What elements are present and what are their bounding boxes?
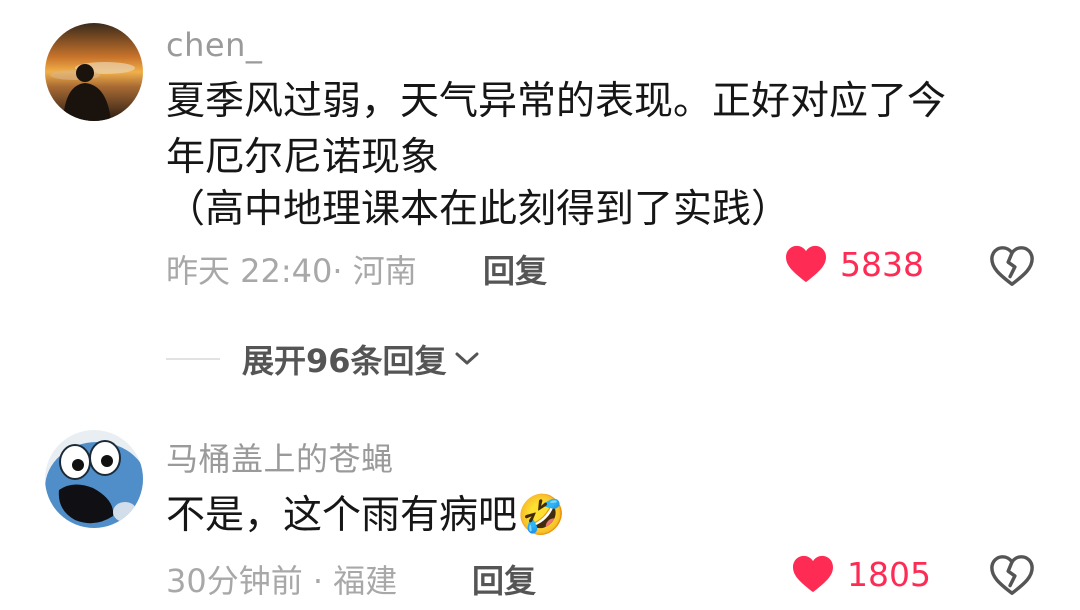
like-count: 1805 [847, 554, 931, 594]
like-button[interactable]: 5838 [784, 244, 924, 284]
dislike-icon[interactable] [989, 243, 1035, 289]
like-count: 5838 [840, 244, 924, 284]
comment-list: chen_ 夏季风过弱，天气异常的表现。正好对应了今 年厄尔尼诺现象 （高中地理… [0, 0, 1080, 610]
expand-replies-button[interactable]: 展开96条回复 [166, 336, 481, 382]
comment-username[interactable]: chen_ [166, 26, 262, 64]
divider [166, 358, 220, 360]
expand-replies-label: 展开96条回复 [242, 342, 447, 380]
laughing-emoji: 🤣 [517, 493, 566, 538]
comment-text: 不是，这个雨有病吧 [166, 493, 518, 538]
comment-meta: 昨天 22:40· 河南 [166, 252, 417, 290]
heart-icon [793, 555, 833, 593]
comment-text-line: 不是，这个雨有病吧🤣 [166, 488, 566, 544]
reply-button[interactable]: 回复 [472, 556, 536, 602]
avatar[interactable] [45, 23, 143, 121]
comment-text-line: 夏季风过弱，天气异常的表现。正好对应了今 [166, 79, 947, 124]
like-button[interactable]: 1805 [791, 554, 931, 594]
comment-text-line: （高中地理课本在此刻得到了实践） [166, 187, 791, 232]
comment-username[interactable]: 马桶盖上的苍蝇 [166, 434, 394, 480]
comment-text-line: 年厄尔尼诺现象 [166, 135, 440, 180]
dislike-icon[interactable] [989, 552, 1035, 598]
chevron-down-icon [455, 352, 479, 365]
comment-meta: 30分钟前 · 福建 [166, 562, 398, 600]
reply-button[interactable]: 回复 [483, 246, 547, 292]
avatar[interactable] [45, 430, 143, 528]
heart-icon [786, 245, 826, 283]
